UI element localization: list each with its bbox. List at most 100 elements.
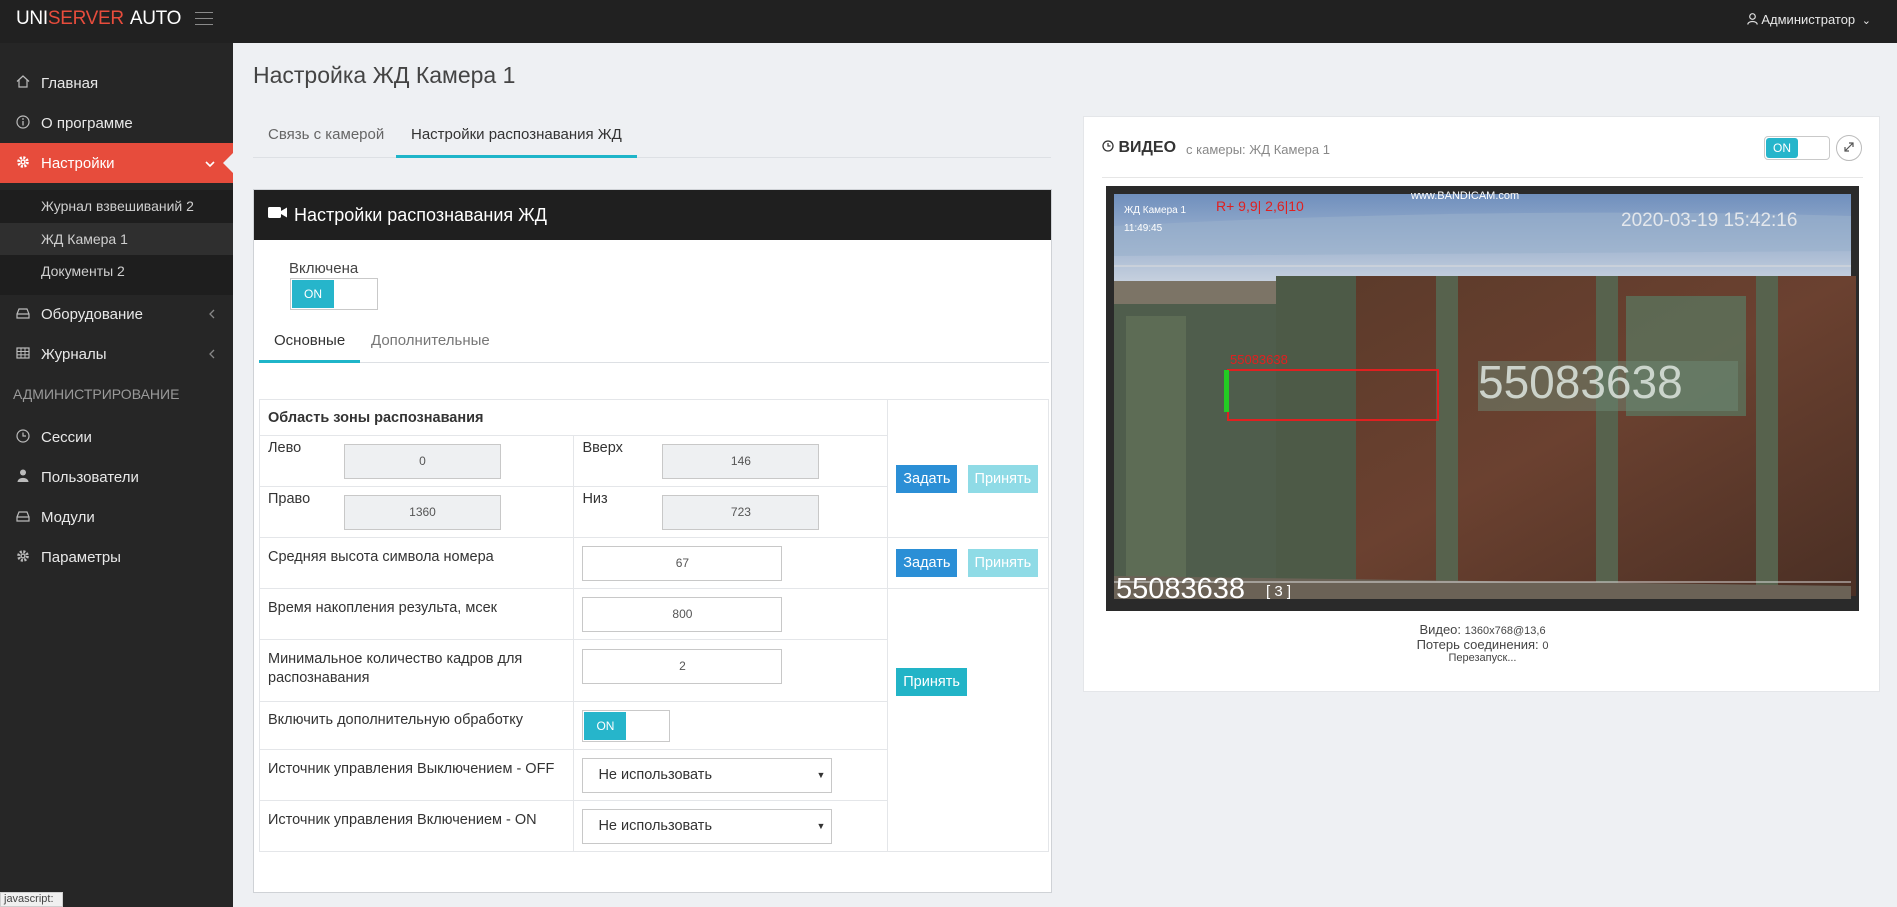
caret-down-icon: ▼ [816,820,826,831]
sidebar-item-label: Сессии [41,428,92,446]
home-icon [14,75,32,91]
user-icon [14,469,32,485]
tab-basic[interactable]: Основные [259,321,361,363]
off-source-label: Источник управления Выключением - OFF [258,749,575,801]
user-menu[interactable]: Администратор ⌄ [1746,12,1871,27]
video-frame-image: 55083638 55083638 ЖД Камера 1 11:49:45 R… [1106,186,1859,611]
page-title: Настройка ЖД Камера 1 [253,62,516,88]
accum-time-input[interactable]: 800 [582,596,783,632]
sidebar-item-logs[interactable]: Журналы [0,334,233,374]
enabled-toggle[interactable]: ON [290,278,378,310]
overlay-frame-count: [ 3 ] [1266,583,1291,600]
top-cell: Вверх 146 [573,435,889,487]
top-input[interactable]: 146 [662,443,820,479]
top-bar: UNISERVER AUTO Администратор ⌄ [0,0,1897,43]
area-actions-cell: Задать Принять [887,399,1049,538]
accept-button[interactable]: Принять [896,668,967,696]
area-set-button[interactable]: Задать [896,464,958,493]
stats-label: Видео: [1419,622,1462,637]
expand-icon[interactable] [1836,135,1862,161]
table-icon [14,346,32,362]
avg-height-input[interactable]: 67 [582,545,783,581]
top-label: Вверх [582,439,623,456]
submenu-item-documents[interactable]: Документы 2 [0,255,233,287]
overlay-recognition-stats: R+ 9,9| 2,6|10 [1216,198,1304,214]
settings-table: Область зоны распознавания Задать Принят… [258,399,1049,852]
toggle-on-label: ON [1766,138,1798,158]
sidebar-item-label: Пользователи [41,468,139,486]
enabled-label: Включена [289,260,359,277]
bottom-input[interactable]: 723 [662,494,820,530]
sidebar-item-settings[interactable]: Настройки [0,143,233,183]
off-source-value: Не использовать [598,766,712,783]
avg-height-label: Средняя высота символа номера [258,537,575,589]
on-source-select[interactable]: Не использовать ▼ [582,808,833,844]
clock-icon [1102,139,1114,156]
sidebar-item-label: О программе [41,114,133,132]
admin-section-title: АДМИНИСТРИРОВАНИЕ [13,386,180,402]
video-toggle[interactable]: ON [1764,136,1830,160]
user-name: Администратор [1761,12,1856,27]
toggle-on-label: ON [292,280,334,308]
stats-value: 1360x768@13,6 [1464,625,1546,637]
sidebar-item-modules[interactable]: Модули [0,497,233,537]
tab-additional[interactable]: Дополнительные [356,321,505,363]
chevron-left-icon [209,347,215,362]
sidebar-item-label: Оборудование [41,305,144,323]
sidebar-item-users[interactable]: Пользователи [0,457,233,497]
sidebar-item-equipment[interactable]: Оборудование [0,294,233,334]
right-input[interactable]: 1360 [344,494,501,530]
chevron-down-icon: ⌄ [1861,15,1871,27]
height-set-button[interactable]: Задать [896,549,958,577]
gear-icon [14,155,32,172]
right-label: Право [268,490,311,507]
browser-status-bar: javascript: [0,892,63,907]
submenu-item-weighing-log[interactable]: Журнал взвешиваний 2 [0,190,233,222]
detected-box-label: 55083638 [1230,352,1288,367]
app-logo[interactable]: UNISERVER AUTO [16,8,181,30]
logo-text-auto: AUTO [129,8,182,29]
sidebar-item-sessions[interactable]: Сессии [0,417,233,457]
lost-label: Потерь соединения: [1416,637,1539,652]
accum-time-cell: 800 [573,588,889,640]
tab-camera-connection[interactable]: Связь с камерой [253,118,399,158]
accum-time-label: Время накопления результа, мсек [258,588,575,640]
left-input[interactable]: 0 [344,443,501,479]
sidebar-item-parameters[interactable]: Параметры [0,537,233,577]
min-frames-label: Минимальное количество кадров для распоз… [258,639,575,702]
left-cell: Лево 0 [258,435,575,487]
min-frames-input[interactable]: 2 [582,648,783,684]
recognition-settings-panel: Настройки распознавания ЖД Включена ON О… [253,189,1052,893]
video-title-text: ВИДЕО [1118,139,1177,156]
area-accept-button[interactable]: Принять [967,464,1039,493]
submenu-item-rail-camera[interactable]: ЖД Камера 1 [0,223,233,255]
min-frames-cell: 2 [573,639,889,702]
off-source-select[interactable]: Не использовать ▼ [582,757,833,793]
sidebar-item-label: Журналы [41,345,107,363]
user-icon [1746,12,1762,27]
height-accept-button[interactable]: Принять [967,549,1039,577]
sidebar-item-label: Главная [41,74,99,92]
overlay-camera-name: ЖД Камера 1 [1124,205,1187,216]
general-actions-cell: Принять [887,588,1049,852]
extra-processing-toggle[interactable]: ON [582,709,671,742]
sidebar-item-label: Параметры [41,548,121,566]
divider [1102,177,1863,178]
hdd-icon [14,306,32,322]
sidebar-item-label: Модули [41,508,95,526]
sidebar-item-about[interactable]: О программе [0,103,233,143]
settings-submenu: Журнал взвешиваний 2 ЖД Камера 1 Докумен… [0,190,233,295]
clock-icon [14,428,32,446]
chevron-down-icon [205,156,215,171]
restart-status: Перезапуск... [1448,652,1517,664]
tab-rail-recognition-settings[interactable]: Настройки распознавания ЖД [396,118,637,158]
on-source-value: Не использовать [598,817,712,834]
panel-title: Настройки распознавания ЖД [294,204,547,225]
avg-height-cell: 67 [573,537,889,589]
menu-toggle-icon[interactable] [195,12,213,26]
extra-processing-cell: ON [573,701,889,750]
left-label: Лево [268,439,302,456]
info-icon [14,114,32,132]
camera-video-feed[interactable]: 55083638 55083638 ЖД Камера 1 11:49:45 R… [1106,186,1859,611]
sidebar-item-home[interactable]: Главная [0,63,233,103]
